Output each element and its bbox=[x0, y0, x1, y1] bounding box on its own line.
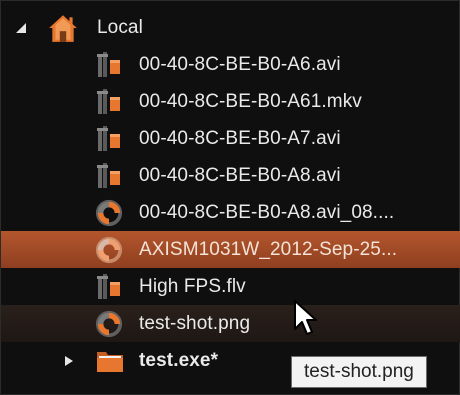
tree-item[interactable]: 00-40-8C-BE-B0-A61.mkv bbox=[1, 83, 460, 120]
tree-item[interactable]: 00-40-8C-BE-B0-A7.avi bbox=[1, 120, 460, 157]
film-icon bbox=[97, 51, 120, 77]
folder-icon bbox=[97, 351, 123, 372]
aperture-icon bbox=[95, 310, 123, 337]
collapsed-arrow-icon[interactable] bbox=[63, 355, 75, 367]
tree-item-label: AXISM1031W_2012-Sep-25... bbox=[139, 238, 398, 260]
film-icon bbox=[97, 162, 120, 188]
home-icon bbox=[49, 14, 77, 42]
tree-item[interactable]: 00-40-8C-BE-B0-A8.avi_08.... bbox=[1, 194, 460, 231]
mouse-cursor-icon bbox=[294, 300, 317, 335]
tree-item-label: 00-40-8C-BE-B0-A61.mkv bbox=[139, 90, 362, 112]
tree-item-label: 00-40-8C-BE-B0-A6.avi bbox=[139, 53, 341, 75]
expanded-arrow-icon[interactable] bbox=[15, 22, 27, 34]
tree-item[interactable]: 00-40-8C-BE-B0-A8.avi bbox=[1, 157, 460, 194]
file-tree-panel: Local 00-40-8C-BE-B0-A6.avi 00-40-8C-BE-… bbox=[0, 0, 460, 395]
tree-item-label: 00-40-8C-BE-B0-A8.avi_08.... bbox=[139, 201, 395, 223]
tree-item-label: test.exe* bbox=[139, 349, 219, 371]
aperture-icon bbox=[95, 199, 123, 226]
tree-item-hovered[interactable]: test-shot.png bbox=[1, 305, 460, 342]
tooltip: test-shot.png bbox=[291, 356, 427, 388]
tree-root-local[interactable]: Local bbox=[1, 9, 460, 46]
film-icon bbox=[97, 125, 120, 151]
file-tree: Local 00-40-8C-BE-B0-A6.avi 00-40-8C-BE-… bbox=[1, 9, 460, 379]
film-icon bbox=[97, 273, 120, 299]
tree-item-label: High FPS.flv bbox=[139, 275, 246, 297]
tree-item[interactable]: High FPS.flv bbox=[1, 268, 460, 305]
aperture-icon bbox=[95, 236, 123, 263]
tree-item-label: 00-40-8C-BE-B0-A7.avi bbox=[139, 127, 341, 149]
tree-item-label: test-shot.png bbox=[139, 312, 251, 334]
tree-root-label: Local bbox=[97, 16, 143, 38]
film-icon bbox=[97, 88, 120, 114]
tree-item[interactable]: 00-40-8C-BE-B0-A6.avi bbox=[1, 46, 460, 83]
tree-item-selected[interactable]: AXISM1031W_2012-Sep-25... bbox=[1, 231, 460, 268]
tree-item-label: 00-40-8C-BE-B0-A8.avi bbox=[139, 164, 341, 186]
